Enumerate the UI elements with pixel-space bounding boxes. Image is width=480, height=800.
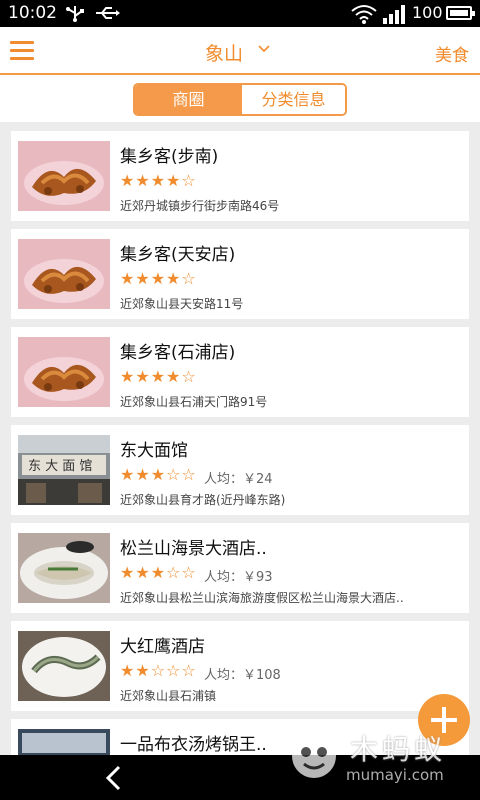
ant-logo-icon bbox=[290, 726, 338, 778]
restaurant-card[interactable]: 东 大 面 馆 东大面馆 ★★★☆☆ 人均：￥24 近郊象山县育才路(近丹峰东路… bbox=[11, 425, 469, 515]
battery-icon bbox=[446, 6, 475, 20]
watermark-url: mumayi.com bbox=[346, 766, 444, 784]
average-price: 人均：￥108 bbox=[204, 668, 281, 683]
watermark: 木蚂蚁 mumayi.com bbox=[280, 724, 470, 794]
back-icon[interactable] bbox=[104, 765, 122, 791]
food-photo bbox=[18, 239, 110, 309]
app-header: 象山 美食 bbox=[0, 27, 480, 75]
wifi-icon bbox=[351, 5, 377, 24]
restaurant-address: 近郊丹城镇步行街步南路46号 bbox=[120, 199, 280, 213]
usb-icon bbox=[66, 6, 84, 22]
svg-text:东 大 面 馆: 东 大 面 馆 bbox=[28, 459, 92, 474]
usb-debug-icon bbox=[96, 7, 120, 19]
rating-stars: ★★★☆☆ bbox=[120, 563, 197, 582]
restaurant-address: 近郊象山县石浦天门路91号 bbox=[120, 395, 268, 409]
food-photo bbox=[18, 141, 110, 211]
food-photo bbox=[18, 337, 110, 407]
rating-stars: ★★★★☆ bbox=[120, 171, 197, 190]
rating-stars: ★★★★☆ bbox=[120, 269, 197, 288]
restaurant-name: 集乡客(天安店) bbox=[120, 245, 236, 265]
rating-stars: ★★☆☆☆ bbox=[120, 661, 197, 680]
restaurant-card[interactable]: 集乡客(石浦店) ★★★★☆ 近郊象山县石浦天门路91号 bbox=[11, 327, 469, 417]
average-price: 人均：￥24 bbox=[204, 472, 273, 487]
watermark-text: 木蚂蚁 bbox=[350, 733, 447, 766]
restaurant-address: 近郊象山县天安路11号 bbox=[120, 297, 244, 311]
shop-photo bbox=[18, 729, 110, 755]
tab-category[interactable]: 分类信息 bbox=[242, 85, 345, 114]
tab-business-area[interactable]: 商圈 bbox=[135, 85, 242, 114]
restaurant-name: 大红鹰酒店 bbox=[120, 637, 205, 657]
menu-icon[interactable] bbox=[10, 41, 34, 61]
restaurant-name: 集乡客(步南) bbox=[120, 147, 219, 167]
restaurant-card[interactable]: 集乡客(天安店) ★★★★☆ 近郊象山县天安路11号 bbox=[11, 229, 469, 319]
rating-stars: ★★★★☆ bbox=[120, 367, 197, 386]
restaurant-name: 一品布衣汤烤锅王.. bbox=[120, 735, 267, 755]
status-bar: 10:02 100 bbox=[0, 0, 480, 27]
restaurant-name: 松兰山海景大酒店.. bbox=[120, 539, 267, 559]
restaurant-address: 近郊象山县石浦镇 bbox=[120, 689, 217, 703]
restaurant-name: 东大面馆 bbox=[120, 441, 188, 461]
restaurant-list[interactable]: 集乡客(步南) ★★★★☆ 近郊丹城镇步行街步南路46号 集乡客(天安店) ★★… bbox=[0, 122, 480, 755]
rating-stars: ★★★☆☆ bbox=[120, 465, 197, 484]
fish-dish-photo bbox=[18, 533, 110, 603]
restaurant-card[interactable]: 集乡客(步南) ★★★★☆ 近郊丹城镇步行街步南路46号 bbox=[11, 131, 469, 221]
battery-level: 100 bbox=[412, 3, 443, 22]
chevron-down-icon[interactable] bbox=[258, 44, 270, 53]
average-price: 人均：￥93 bbox=[204, 570, 273, 585]
filter-tabs: 商圈 分类信息 bbox=[0, 75, 480, 122]
restaurant-address: 近郊象山县育才路(近丹峰东路) bbox=[120, 493, 286, 507]
restaurant-card[interactable]: 松兰山海景大酒店.. ★★★☆☆ 人均：￥93 近郊象山县松兰山滨海旅游度假区松… bbox=[11, 523, 469, 613]
category-button[interactable]: 美食 bbox=[435, 41, 469, 66]
restaurant-name: 集乡客(石浦店) bbox=[120, 343, 236, 363]
restaurant-address: 近郊象山县松兰山滨海旅游度假区松兰山海景大酒店.. bbox=[120, 591, 404, 605]
restaurant-card[interactable]: 大红鹰酒店 ★★☆☆☆ 人均：￥108 近郊象山县石浦镇 bbox=[11, 621, 469, 711]
city-selector[interactable]: 象山 bbox=[205, 39, 243, 66]
status-time: 10:02 bbox=[8, 3, 57, 23]
segmented-control: 商圈 分类信息 bbox=[133, 83, 347, 116]
storefront-photo: 东 大 面 馆 bbox=[18, 435, 110, 505]
signal-icon bbox=[383, 5, 405, 24]
plate-photo bbox=[18, 631, 110, 701]
